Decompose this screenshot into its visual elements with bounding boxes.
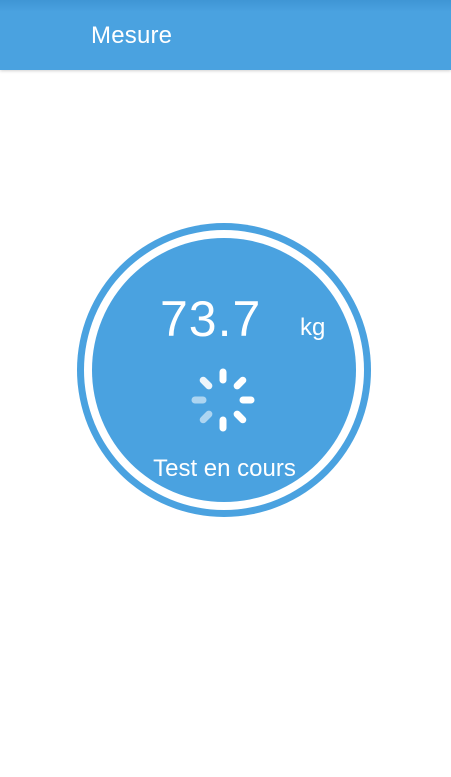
- weight-value: 73.7: [160, 291, 262, 347]
- status-text: Test en cours: [153, 455, 296, 482]
- weight-unit: kg: [300, 314, 326, 341]
- spinner-tick: [199, 376, 213, 390]
- spinner-tick: [233, 410, 247, 424]
- app-screen: Mesure 73.7 kg Test en cours: [0, 0, 451, 777]
- app-bar: Mesure: [0, 0, 451, 70]
- spinner-tick: [233, 376, 247, 390]
- spinner-icon: [191, 368, 255, 432]
- spinner-tick: [199, 410, 213, 424]
- page-title: Mesure: [91, 22, 173, 49]
